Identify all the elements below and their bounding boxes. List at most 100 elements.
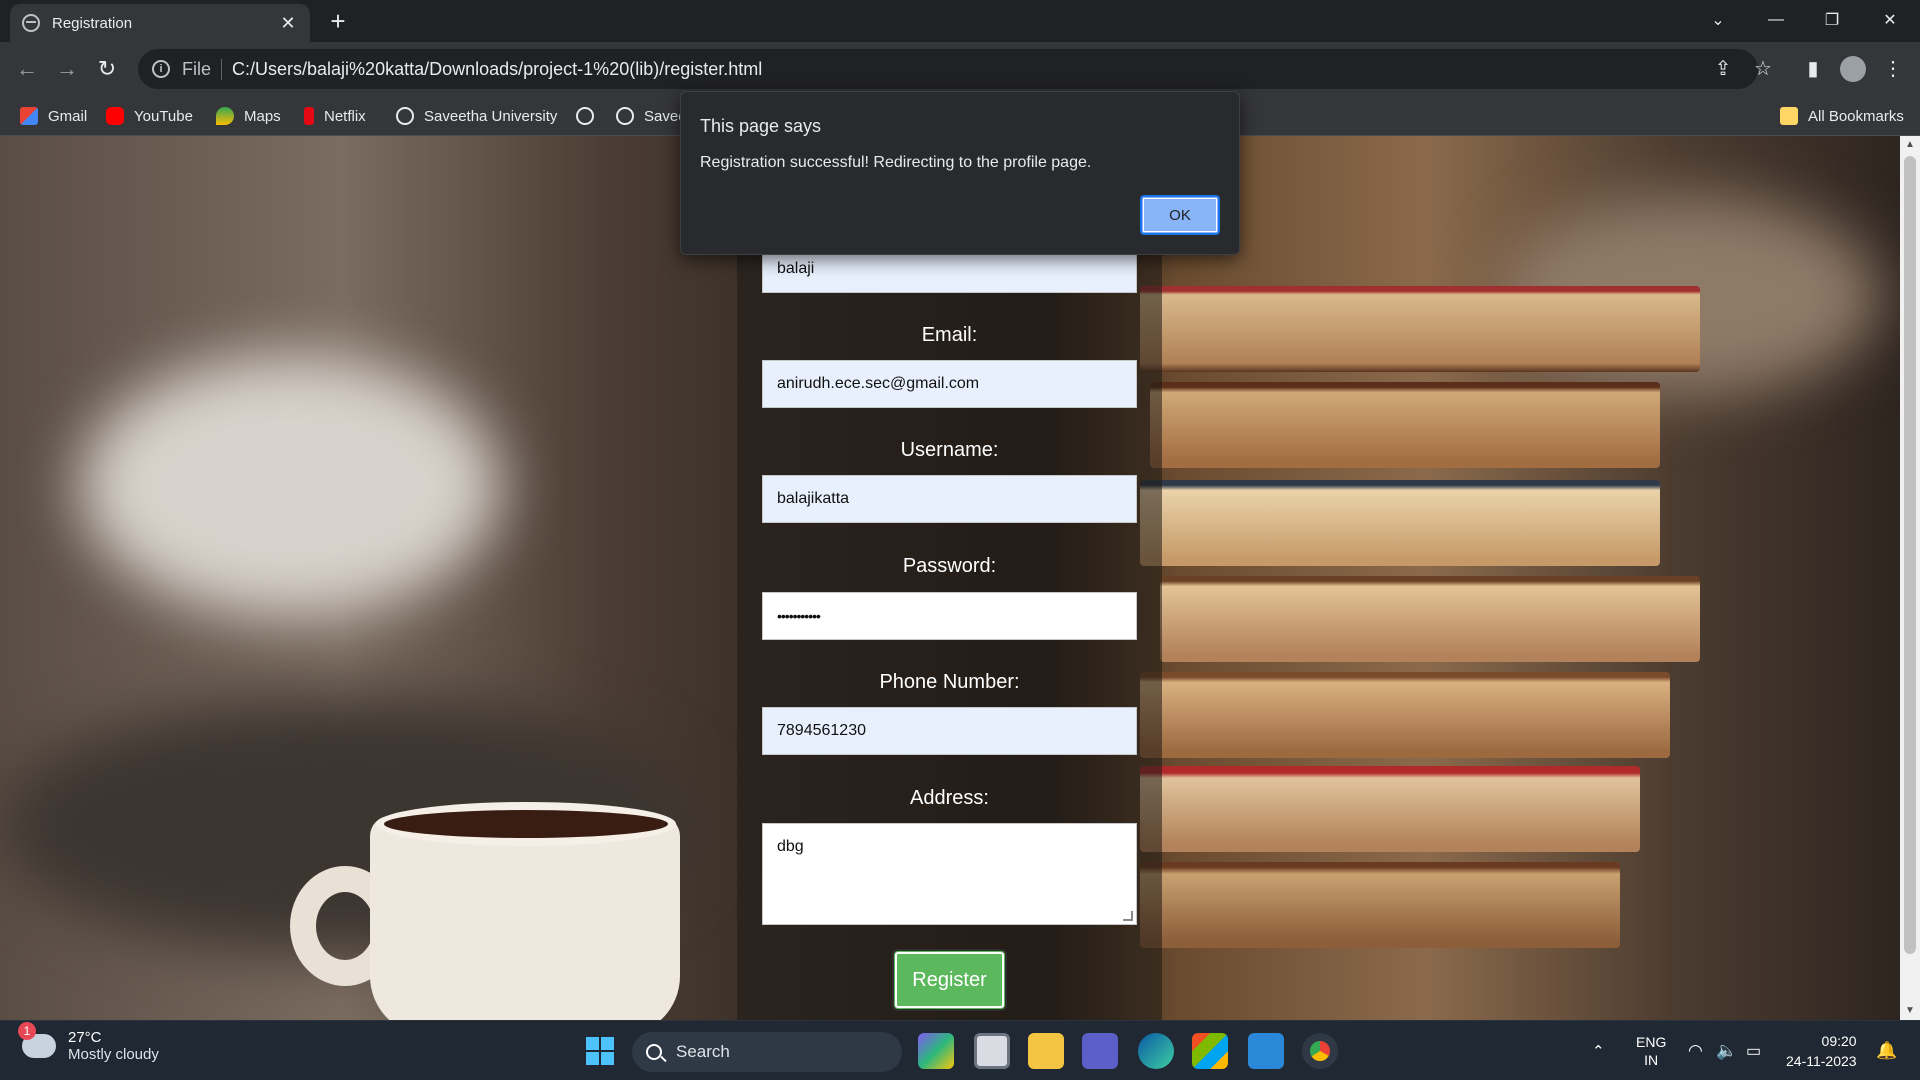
battery-icon[interactable]: ▭ [1746,1021,1761,1080]
book [1140,672,1670,758]
browser-toolbar: ← → ↻ i File C:/Users/balaji%20katta/Dow… [0,42,1920,96]
book [1160,576,1700,662]
gmail-icon [20,107,38,125]
edge-icon[interactable] [1138,1033,1174,1069]
username-field[interactable]: balajikatta [762,475,1137,523]
tab-search-icon[interactable]: ⌄ [1690,0,1746,40]
tab-strip: Registration ✕ + ⌄ — ❐ ✕ [0,0,1920,42]
bookmark-label: Maps [244,107,281,125]
youtube-icon [106,107,124,125]
bookmark-netflix[interactable]: Netflix [304,104,366,128]
windows-start-icon[interactable] [582,1033,618,1069]
store-icon[interactable] [1192,1033,1228,1069]
bookmark-gmail[interactable]: Gmail [20,104,87,128]
cloud-icon: 1 [18,1022,56,1058]
notification-bell-icon[interactable]: 🔔 [1876,1021,1897,1080]
address-textarea[interactable]: dbg [762,823,1137,925]
book [1140,862,1620,948]
bookmark-saveetha[interactable]: Saveetha University [396,104,557,128]
forward-icon[interactable]: → [52,54,82,84]
scroll-down-icon[interactable]: ▼ [1900,1002,1920,1020]
minimize-button[interactable]: — [1748,0,1804,40]
chrome-icon[interactable] [1302,1033,1338,1069]
scrollbar-thumb[interactable] [1904,156,1916,954]
bookmark-label: Gmail [48,107,88,125]
file-explorer-icon[interactable] [1028,1033,1064,1069]
bookmark-youtube[interactable]: YouTube [106,104,193,128]
notification-badge: 1 [18,1022,36,1040]
coffee-cup-rim [376,802,676,846]
taskbar: 1 27°C Mostly cloudy Search ⌃ ENG IN ◠ 🔈… [0,1020,1920,1080]
alert-dialog: This page says Registration successful! … [680,91,1240,255]
phone-field[interactable]: 7894561230 [762,707,1137,755]
password-label: Password: [902,555,997,577]
book [1140,766,1640,852]
side-panel-icon[interactable]: ▮ [1800,56,1826,82]
phone-label: Phone Number: [879,671,1020,693]
bookmark-savee[interactable]: Savee [616,104,687,128]
background-blur [80,356,500,616]
globe-icon [396,107,414,125]
all-bookmarks-label: All Bookmarks [1808,107,1904,125]
bookmark-label: Netflix [324,107,366,125]
bookmark-unnamed[interactable] [576,104,604,128]
book [1140,480,1660,566]
weather-widget[interactable]: 1 27°C Mostly cloudy [18,1022,159,1063]
address-url[interactable]: C:/Users/balaji%20katta/Downloads/projec… [232,59,762,80]
back-icon[interactable]: ← [12,54,42,84]
ok-button[interactable]: OK [1140,195,1220,235]
email-label: Email: [921,324,978,346]
address-value: dbg [777,838,804,855]
taskbar-search[interactable]: Search [632,1032,902,1072]
maps-icon [216,107,234,125]
dialog-message: Registration successful! Redirecting to … [700,154,1092,171]
globe-icon [576,107,594,125]
password-field[interactable]: ••••••••••• [762,592,1137,640]
dialog-title: This page says [700,116,822,136]
reload-icon[interactable]: ↻ [92,54,122,84]
scroll-up-icon[interactable]: ▲ [1900,136,1920,154]
task-view-icon[interactable] [974,1033,1010,1069]
resize-handle-icon[interactable] [1123,911,1133,921]
bookmark-label: Saveetha University [424,107,558,125]
all-bookmarks[interactable]: All Bookmarks [1780,104,1904,128]
profile-avatar[interactable] [1840,56,1866,82]
book [1140,286,1700,372]
restore-button[interactable]: ❐ [1804,0,1860,40]
wifi-icon[interactable]: ◠ [1688,1021,1703,1080]
new-tab-button[interactable]: + [324,8,352,36]
language-indicator[interactable]: ENG IN [1636,1021,1666,1080]
register-button[interactable]: Register [892,949,1007,1011]
email-field[interactable]: anirudh.ece.sec@gmail.com [762,360,1137,408]
info-icon[interactable]: i [152,60,170,78]
close-window-button[interactable]: ✕ [1862,0,1918,40]
globe-icon [22,14,40,32]
notepad-icon[interactable] [1248,1033,1284,1069]
address-bar[interactable]: i File C:/Users/balaji%20katta/Downloads… [138,49,1758,89]
volume-icon[interactable]: 🔈 [1716,1021,1737,1080]
coffee-cup [370,816,680,1020]
folder-icon [1780,107,1798,125]
tab-close-icon[interactable]: ✕ [278,13,298,34]
show-hidden-icons[interactable]: ⌃ [1592,1021,1605,1080]
tab-registration[interactable]: Registration ✕ [10,4,310,42]
tab-title: Registration [52,14,133,32]
netflix-icon [304,107,314,125]
clock[interactable]: 09:20 24-11-2023 [1786,1021,1857,1080]
address-label: Address: [910,787,989,809]
menu-icon[interactable]: ⋮ [1880,56,1906,82]
search-icon [646,1044,662,1060]
date: 24-11-2023 [1786,1053,1857,1069]
address-scheme: File [182,58,223,80]
bookmark-label: YouTube [134,107,193,125]
page-scrollbar[interactable]: ▲ ▼ [1900,136,1920,1020]
username-label: Username: [900,439,999,461]
teams-icon[interactable] [1082,1033,1118,1069]
share-icon[interactable]: ⇪ [1710,56,1736,82]
search-label: Search [676,1042,730,1061]
copilot-icon[interactable] [918,1033,954,1069]
book-stack [1140,286,1700,986]
globe-icon [616,107,634,125]
bookmark-star-icon[interactable]: ☆ [1750,56,1776,82]
bookmark-maps[interactable]: Maps [216,104,281,128]
